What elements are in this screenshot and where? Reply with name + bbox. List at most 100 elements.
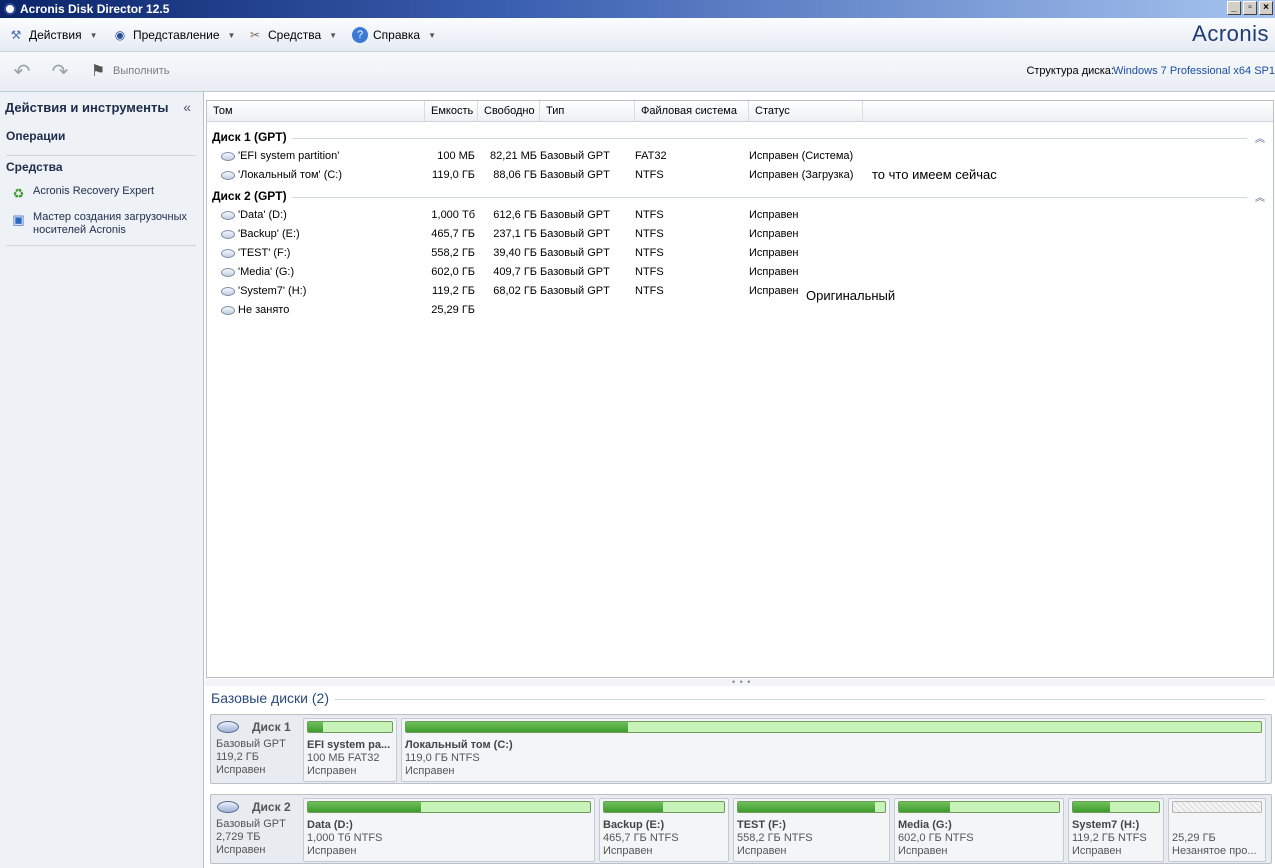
- execute-button[interactable]: Выполнить: [113, 65, 169, 77]
- partition-name: EFI system pa...: [307, 739, 391, 751]
- disk-name: Диск 2: [252, 800, 291, 814]
- volume-table: Том Емкость Свободно Тип Файловая систем…: [206, 100, 1274, 678]
- volume-icon: [221, 249, 235, 258]
- cell-status: Исправен: [749, 209, 799, 221]
- cell-status: Исправен: [749, 228, 799, 240]
- partition-info: 602,0 ГБ NTFS: [898, 832, 974, 844]
- column-header-filesystem[interactable]: Файловая система: [635, 101, 749, 122]
- collapse-sidebar-icon[interactable]: «: [183, 99, 191, 115]
- volume-icon: [221, 306, 235, 315]
- partition-info: 119,2 ГБ NTFS: [1072, 832, 1147, 844]
- partition-block[interactable]: Data (D:) 1,000 Тб NTFS Исправен: [303, 798, 595, 862]
- table-row[interactable]: 'Локальный том' (C:) 119,0 ГБ 88,06 ГБ Базо…: [207, 168, 1273, 185]
- partition-info: 25,29 ГБ: [1172, 832, 1216, 844]
- sidebar-item-recovery-expert[interactable]: ♻ Acronis Recovery Expert: [10, 185, 154, 202]
- chevron-down-icon: ▼: [227, 30, 236, 40]
- acronis-logo: Acronis: [1192, 21, 1269, 46]
- unallocated-bar: [1172, 801, 1262, 813]
- table-row[interactable]: Не занято 25,29 ГБ: [207, 303, 1273, 320]
- table-row[interactable]: 'EFI system partition' 100 МБ 82,21 МБ Базо…: [207, 149, 1273, 166]
- partition-name: [1172, 819, 1262, 832]
- main-panel: Том Емкость Свободно Тип Файловая систем…: [205, 92, 1275, 868]
- cell-type: Базовый GPT: [540, 285, 610, 297]
- usage-fill: [604, 802, 663, 812]
- menu-label: Представление: [133, 28, 220, 42]
- disk-structure-link[interactable]: Windows 7 Professional x64 SP1: [1113, 65, 1275, 77]
- usage-fill: [308, 722, 324, 732]
- menu-bar: ⚒ Действия ▼ ◉ Представление ▼ ✂ Средств…: [0, 18, 1275, 52]
- partition-block[interactable]: Локальный том (C:) 119,0 ГБ NTFS Исправен: [401, 718, 1266, 782]
- chevron-down-icon: ▼: [89, 30, 98, 40]
- sidebar-item-label: Acronis Recovery Expert: [33, 185, 155, 197]
- partition-status: Исправен: [1072, 845, 1122, 857]
- sidebar-item-media-builder[interactable]: ▣ Мастер создания загрузочных носителей …: [10, 211, 200, 237]
- sidebar-section-tools[interactable]: Средства: [6, 160, 63, 174]
- disk-info[interactable]: Диск 1 Базовый GPT 119,2 ГБ Исправен: [211, 715, 299, 783]
- usage-bar: [603, 801, 725, 813]
- cell-fs: FAT32: [635, 150, 667, 162]
- partition-block[interactable]: TEST (F:) 558,2 ГБ NTFS Исправен: [733, 798, 890, 862]
- partition-block[interactable]: 25,29 ГБ Незанятое про...: [1168, 798, 1266, 862]
- redo-icon[interactable]: ↷: [48, 60, 72, 84]
- cell-capacity: 558,2 ГБ: [431, 247, 475, 259]
- usage-bar: [307, 801, 591, 813]
- table-row[interactable]: 'TEST' (F:) 558,2 ГБ 39,40 ГБ Базовый GPT NT…: [207, 246, 1273, 263]
- menu-label: Справка: [373, 28, 421, 42]
- partition-block[interactable]: System7 (H:) 119,2 ГБ NTFS Исправен: [1068, 798, 1164, 862]
- menu-actions[interactable]: ⚒ Действия ▼: [8, 27, 98, 43]
- maximize-button[interactable]: ▫: [1243, 1, 1257, 15]
- close-button[interactable]: ×: [1259, 1, 1273, 15]
- usage-bar: [737, 801, 886, 813]
- app-icon: [4, 3, 16, 15]
- disk-size: 2,729 ТБ: [216, 831, 261, 843]
- usage-bar: [1072, 801, 1160, 813]
- partition-name: System7 (H:): [1072, 819, 1140, 831]
- disk-status: Исправен: [216, 844, 266, 856]
- table-row[interactable]: 'System7' (H:) 119,2 ГБ 68,02 ГБ Базовый GP…: [207, 284, 1273, 301]
- column-header-free[interactable]: Свободно: [478, 101, 540, 122]
- column-header-type[interactable]: Тип: [540, 101, 635, 122]
- undo-icon[interactable]: ↶: [10, 60, 34, 84]
- menu-label: Действия: [29, 28, 82, 42]
- group-header-disk1[interactable]: Диск 1 (GPT): [212, 130, 287, 144]
- column-header-status[interactable]: Статус: [749, 101, 863, 122]
- cell-volume: 'Media' (G:): [238, 266, 295, 278]
- partition-info: 1,000 Тб NTFS: [307, 832, 383, 844]
- partition-status: Незанятое про...: [1172, 845, 1257, 857]
- menu-view[interactable]: ◉ Представление ▼: [112, 27, 236, 43]
- sidebar-section-operations[interactable]: Операции: [6, 129, 65, 143]
- partition-status: Исправен: [405, 765, 455, 777]
- collapse-group-icon[interactable]: ︽: [1255, 130, 1265, 145]
- partition-block[interactable]: Backup (E:) 465,7 ГБ NTFS Исправен: [599, 798, 729, 862]
- disk-info[interactable]: Диск 2 Базовый GPT 2,729 ТБ Исправен: [211, 795, 299, 863]
- cell-volume: 'Data' (D:): [238, 209, 287, 221]
- disk-name: Диск 1: [252, 720, 291, 734]
- collapse-group-icon[interactable]: ︽: [1255, 189, 1265, 204]
- partition-name: Media (G:): [898, 819, 952, 831]
- column-header-volume[interactable]: Том: [207, 101, 425, 122]
- group-header-disk2[interactable]: Диск 2 (GPT): [212, 189, 287, 203]
- partition-block[interactable]: EFI system pa... 100 МБ FAT32 Исправен: [303, 718, 397, 782]
- cell-capacity: 119,0 ГБ: [432, 169, 475, 181]
- table-row[interactable]: 'Backup' (E:) 465,7 ГБ 237,1 ГБ Базовый GPT…: [207, 227, 1273, 244]
- partition-info: 465,7 ГБ NTFS: [603, 832, 679, 844]
- media-builder-icon: ▣: [12, 212, 25, 227]
- panel-splitter[interactable]: • • •: [205, 677, 1275, 687]
- cell-status: Исправен: [749, 266, 799, 278]
- column-header-capacity[interactable]: Емкость: [425, 101, 478, 122]
- table-row[interactable]: 'Media' (G:) 602,0 ГБ 409,7 ГБ Базовый GPT N…: [207, 265, 1273, 282]
- cell-type: Базовый GPT: [540, 228, 610, 240]
- checkered-flag-icon[interactable]: ⚑: [86, 60, 110, 84]
- menu-tools[interactable]: ✂ Средства ▼: [247, 27, 337, 43]
- minimize-button[interactable]: _: [1227, 1, 1241, 15]
- table-row[interactable]: 'Data' (D:) 1,000 Тб 612,6 ГБ Базовый GPT NT…: [207, 208, 1273, 225]
- volume-icon: [221, 268, 235, 277]
- cell-type: Базовый GPT: [540, 266, 610, 278]
- volume-icon: [221, 211, 235, 220]
- toolbar: ↶ ↷ ⚑ Выполнить Структура диска: Windows…: [0, 52, 1275, 92]
- cell-volume: 'Backup' (E:): [238, 228, 300, 240]
- partition-info: 558,2 ГБ NTFS: [737, 832, 813, 844]
- partition-block[interactable]: Media (G:) 602,0 ГБ NTFS Исправен: [894, 798, 1064, 862]
- table-header: Том Емкость Свободно Тип Файловая систем…: [207, 101, 1273, 122]
- menu-help[interactable]: ? Справка ▼: [352, 27, 436, 43]
